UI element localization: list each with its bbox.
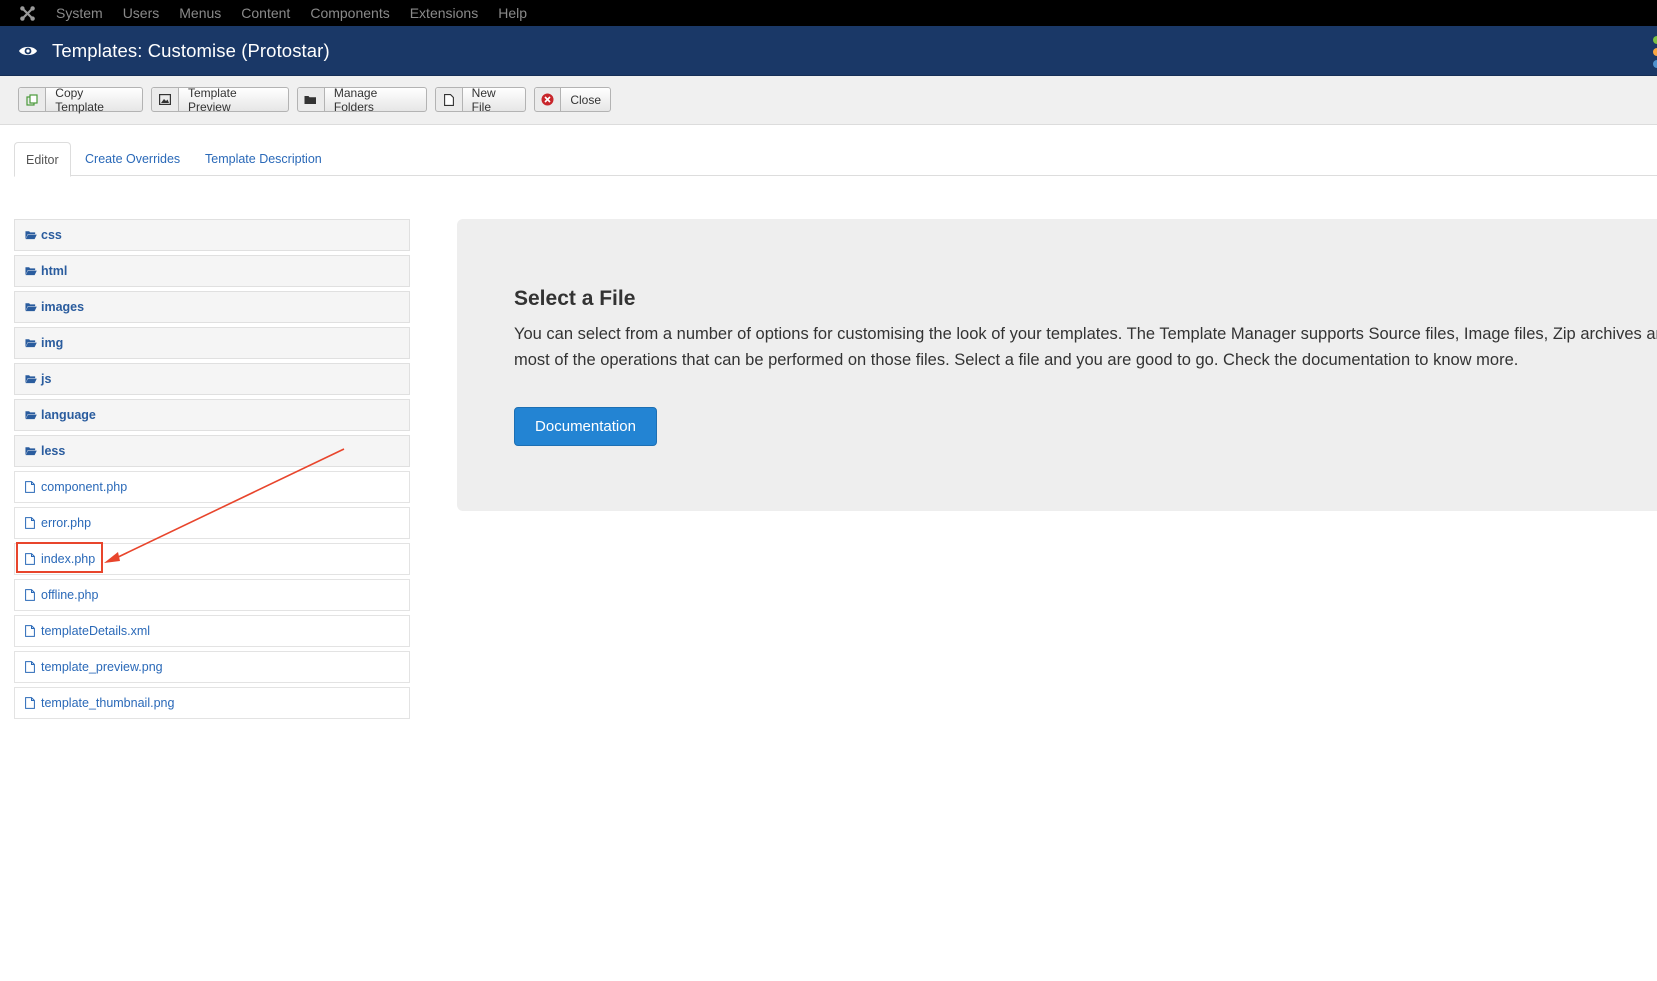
image-icon bbox=[152, 88, 179, 111]
menu-extensions[interactable]: Extensions bbox=[410, 5, 478, 21]
file-label[interactable]: template_preview.png bbox=[41, 660, 163, 674]
file-label[interactable]: error.php bbox=[41, 516, 91, 530]
file-template-thumbnail-png[interactable]: template_thumbnail.png bbox=[14, 687, 410, 719]
folder-label[interactable]: images bbox=[41, 300, 84, 314]
template-preview-label: Template Preview bbox=[187, 85, 237, 114]
folder-open-icon bbox=[25, 337, 37, 349]
editor-tabs: Editor Create Overrides Template Descrip… bbox=[14, 142, 1657, 177]
menu-help[interactable]: Help bbox=[498, 5, 527, 21]
file-templatedetails-xml[interactable]: templateDetails.xml bbox=[14, 615, 410, 647]
menu-users[interactable]: Users bbox=[123, 5, 160, 21]
folder-img[interactable]: img bbox=[14, 327, 410, 359]
file-icon bbox=[25, 517, 37, 529]
folder-less[interactable]: less bbox=[14, 435, 410, 467]
file-icon bbox=[436, 88, 463, 111]
file-template-preview-png[interactable]: template_preview.png bbox=[14, 651, 410, 683]
file-icon bbox=[25, 697, 37, 709]
menu-system[interactable]: System bbox=[56, 5, 103, 21]
folder-open-icon bbox=[25, 301, 37, 313]
folder-label[interactable]: img bbox=[41, 336, 63, 350]
tab-editor[interactable]: Editor bbox=[14, 142, 71, 177]
joomla-corner-logo-icon bbox=[1651, 34, 1657, 70]
file-icon bbox=[25, 661, 37, 673]
menu-menus[interactable]: Menus bbox=[179, 5, 221, 21]
file-label[interactable]: template_thumbnail.png bbox=[41, 696, 174, 710]
folder-open-icon bbox=[25, 409, 37, 421]
folder-css[interactable]: css bbox=[14, 219, 410, 251]
file-label[interactable]: offline.php bbox=[41, 588, 98, 602]
documentation-button[interactable]: Documentation bbox=[514, 407, 657, 446]
folder-open-icon bbox=[25, 445, 37, 457]
menu-content[interactable]: Content bbox=[241, 5, 290, 21]
new-file-label: New File bbox=[471, 85, 496, 114]
folder-label[interactable]: js bbox=[41, 372, 51, 386]
folder-language[interactable]: language bbox=[14, 399, 410, 431]
tab-create-overrides[interactable]: Create Overrides bbox=[85, 142, 180, 176]
page-header: Templates: Customise (Protostar) bbox=[0, 26, 1657, 76]
close-label: Close bbox=[570, 92, 601, 107]
copy-template-button[interactable]: Copy Template bbox=[18, 85, 143, 114]
panel-heading: Select a File bbox=[514, 287, 636, 310]
folder-label[interactable]: language bbox=[41, 408, 96, 422]
close-button[interactable]: Close bbox=[534, 87, 611, 112]
joomla-logo-icon[interactable] bbox=[17, 3, 37, 23]
template-preview-button[interactable]: Template Preview bbox=[151, 85, 289, 114]
folder-icon bbox=[298, 88, 325, 111]
manage-folders-label: Manage Folders bbox=[333, 85, 378, 114]
folder-open-icon bbox=[25, 373, 37, 385]
manage-folders-button[interactable]: Manage Folders bbox=[297, 85, 427, 114]
new-file-button[interactable]: New File bbox=[435, 85, 526, 114]
menu-components[interactable]: Components bbox=[310, 5, 389, 21]
folder-open-icon bbox=[25, 229, 37, 241]
file-icon bbox=[25, 481, 37, 493]
eye-icon bbox=[18, 44, 38, 58]
folder-label[interactable]: css bbox=[41, 228, 62, 242]
copy-icon bbox=[19, 88, 47, 111]
file-icon bbox=[25, 589, 37, 601]
folder-label[interactable]: less bbox=[41, 444, 65, 458]
file-label[interactable]: templateDetails.xml bbox=[41, 624, 150, 638]
close-circle-icon bbox=[535, 88, 562, 111]
page-title: Templates: Customise (Protostar) bbox=[52, 40, 330, 61]
file-offline-php[interactable]: offline.php bbox=[14, 579, 410, 611]
select-file-panel: Select a File You can select from a numb… bbox=[457, 219, 1657, 511]
file-label[interactable]: component.php bbox=[41, 480, 127, 494]
file-error-php[interactable]: error.php bbox=[14, 507, 410, 539]
tab-template-description[interactable]: Template Description bbox=[205, 142, 322, 176]
folder-open-icon bbox=[25, 265, 37, 277]
file-component-php[interactable]: component.php bbox=[14, 471, 410, 503]
folder-images[interactable]: images bbox=[14, 291, 410, 323]
index-php-highlight bbox=[16, 542, 103, 573]
copy-template-label: Copy Template bbox=[55, 85, 104, 114]
file-icon bbox=[25, 625, 37, 637]
folder-label[interactable]: html bbox=[41, 264, 67, 278]
admin-menu-bar: System Users Menus Content Components Ex… bbox=[0, 0, 1657, 26]
folder-js[interactable]: js bbox=[14, 363, 410, 395]
toolbar: Copy Template Template Preview Manage Fo… bbox=[0, 76, 1657, 125]
panel-description: You can select from a number of options … bbox=[514, 325, 1657, 369]
folder-html[interactable]: html bbox=[14, 255, 410, 287]
